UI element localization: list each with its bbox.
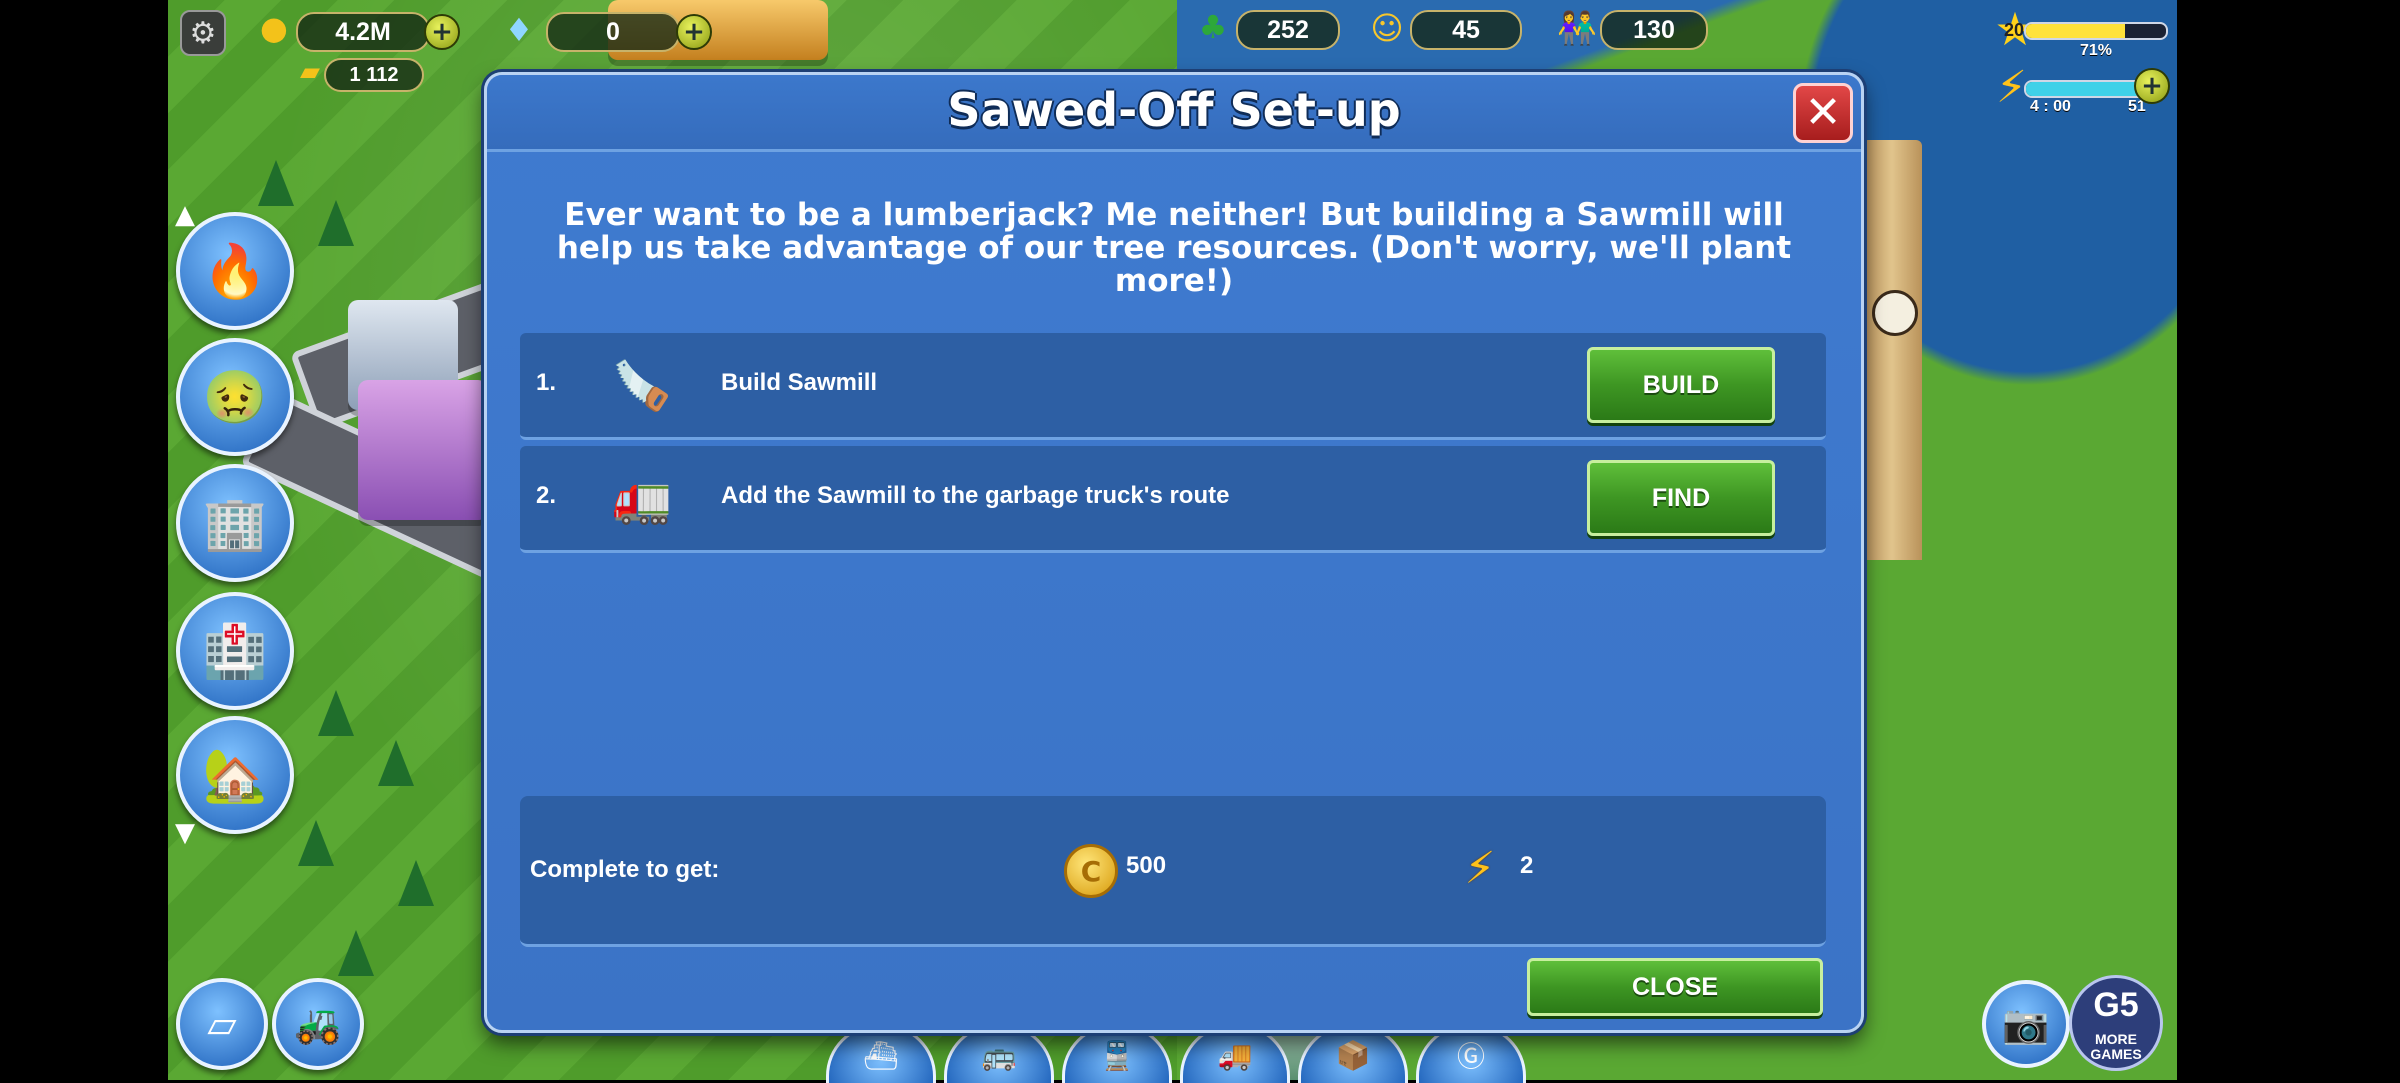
task-row: 2. 🚛 Add the Sawmill to the garbage truc… — [520, 446, 1826, 553]
more-games-button[interactable]: G5 MORE GAMES — [2069, 975, 2163, 1071]
close-icon: ✕ — [1804, 87, 1842, 138]
trees-value: 252 — [1267, 15, 1309, 44]
quest-description: Ever want to be a lumberjack? Me neither… — [556, 197, 1792, 299]
close-dialog-button[interactable]: ✕ — [1793, 83, 1853, 143]
farm-icon: 🏡 — [202, 745, 268, 806]
lightning-icon: ⚡ — [1996, 62, 2027, 113]
reward-panel: Complete to get: C 500 ⚡ 2 — [520, 796, 1826, 947]
close-button-label: CLOSE — [1631, 972, 1719, 1001]
add-energy-button[interactable]: + — [2134, 68, 2170, 104]
task-number: 1. — [536, 369, 557, 396]
tree — [318, 690, 354, 736]
coin-icon: C — [1064, 844, 1118, 898]
find-button-label: FIND — [1651, 483, 1711, 512]
hospital-button[interactable]: 🏥 — [176, 592, 294, 710]
energy-fill — [2026, 82, 2140, 96]
map-building[interactable] — [358, 380, 488, 520]
more-games-label: MORE GAMES — [2090, 1031, 2142, 1062]
gems-counter: 0 — [546, 12, 680, 52]
clock-tower[interactable] — [1862, 140, 1922, 560]
happiness-value: 45 — [1452, 15, 1480, 44]
people-icon: 👫 — [1557, 9, 1597, 47]
smiley-icon: ☺ — [1370, 9, 1404, 47]
quest-dialog: Sawed-Off Set-up ✕ Ever want to be a lum… — [484, 72, 1864, 1033]
close-button[interactable]: CLOSE — [1527, 958, 1823, 1016]
happiness-counter: 45 — [1410, 10, 1522, 50]
bulldozer-icon: 🚜 — [294, 1001, 342, 1046]
coins-value: 4.2M — [335, 17, 391, 46]
diamond-icon: ♦ — [504, 11, 534, 49]
build-button-label: BUILD — [1642, 370, 1720, 399]
g5-logo: G5 — [2093, 986, 2139, 1024]
sawmill-icon: 🪚 — [612, 357, 672, 414]
ship-icon: ⛴ — [863, 1038, 899, 1072]
bulldozer-button[interactable]: 🚜 — [272, 978, 364, 1070]
clock-icon — [1872, 290, 1918, 336]
energy-timer: 4 : 00 — [2030, 98, 2071, 115]
gold-counter: 1 112 — [324, 58, 424, 92]
settings-button[interactable]: ⚙ — [180, 10, 226, 56]
g5-icon: Ⓖ — [1456, 1040, 1485, 1073]
tree — [318, 200, 354, 246]
camera-icon: 📷 — [2002, 1001, 2050, 1046]
population-value: 130 — [1633, 15, 1675, 44]
reward-label: Complete to get: — [530, 856, 720, 883]
level-value: 20 — [2004, 20, 2025, 40]
fire-icon: 🔥 — [202, 241, 268, 302]
sick-citizen-button[interactable]: 🤢 — [176, 338, 294, 456]
tree — [338, 930, 374, 976]
coin-stack-icon: ● — [260, 9, 288, 47]
fire-station-button[interactable]: 🔥 — [176, 212, 294, 330]
scroll-down-arrow-icon[interactable]: ▼ — [170, 818, 200, 848]
train-icon: 🚆 — [1099, 1038, 1135, 1072]
xp-progress-bar — [2024, 22, 2168, 40]
coins-counter: 4.2M — [296, 12, 430, 52]
gear-icon: ⚙ — [189, 15, 217, 51]
add-gems-button[interactable]: + — [676, 14, 712, 50]
lightning-icon: ⚡ — [1464, 842, 1496, 894]
tree-icon: ♣ — [1198, 8, 1228, 46]
grid-icon: ▱ — [207, 1002, 237, 1046]
truck-icon: 🚚 — [1217, 1038, 1253, 1072]
task-row: 1. 🪚 Build Sawmill BUILD — [520, 333, 1826, 440]
add-coins-button[interactable]: + — [424, 14, 460, 50]
gems-value: 0 — [606, 17, 620, 46]
gold-value: 1 112 — [349, 63, 399, 86]
hospital-icon: 🏥 — [202, 621, 268, 682]
reward-energy-value: 2 — [1520, 852, 1534, 879]
find-button[interactable]: FIND — [1587, 460, 1775, 536]
garbage-truck-icon: 🚛 — [612, 470, 672, 527]
task-text: Build Sawmill — [721, 369, 878, 396]
bus-icon: 🚌 — [981, 1038, 1017, 1072]
sick-face-icon: 🤢 — [202, 367, 268, 428]
tree — [258, 160, 294, 206]
trees-counter: 252 — [1236, 10, 1340, 50]
box-icon: 📦 — [1335, 1038, 1371, 1072]
building-icon: 🏢 — [202, 493, 268, 554]
tree — [398, 860, 434, 906]
xp-percent: 71% — [2080, 42, 2113, 59]
edit-mode-button[interactable]: ▱ — [176, 978, 268, 1070]
reward-coins-value: 500 — [1126, 852, 1167, 879]
task-number: 2. — [536, 482, 557, 509]
tree — [298, 820, 334, 866]
building-menu-button[interactable]: 🏢 — [176, 464, 294, 582]
xp-progress-fill — [2026, 24, 2126, 38]
dialog-title: Sawed-Off Set-up — [947, 83, 1401, 137]
farm-button[interactable]: 🏡 — [176, 716, 294, 834]
tree — [378, 740, 414, 786]
task-text: Add the Sawmill to the garbage truck's r… — [721, 482, 1230, 509]
build-button[interactable]: BUILD — [1587, 347, 1775, 423]
population-counter: 130 — [1600, 10, 1708, 50]
camera-button[interactable]: 📷 — [1982, 980, 2070, 1068]
